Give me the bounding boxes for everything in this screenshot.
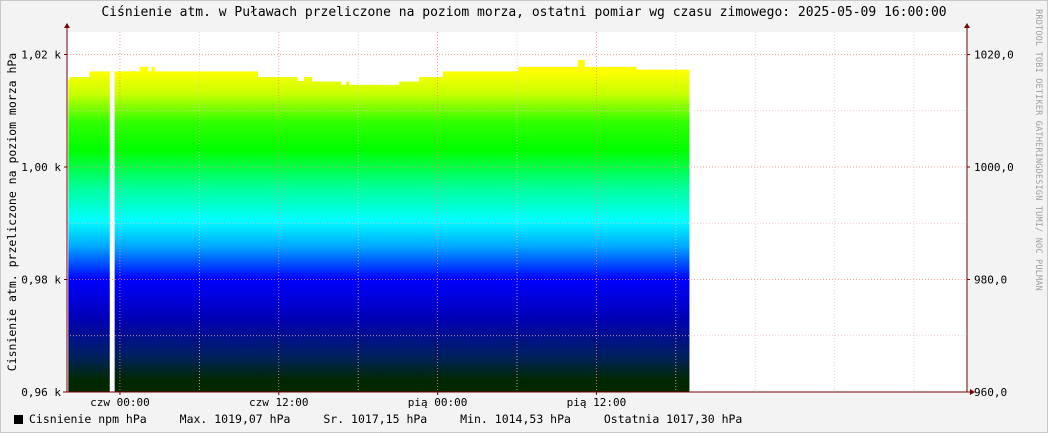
data-bar bbox=[419, 77, 444, 392]
data-bar bbox=[340, 84, 347, 392]
y-axis-arrow bbox=[64, 23, 70, 28]
legend: Cisnienie npm hPa Max. 1019,07 hPa Sr. 1… bbox=[14, 412, 768, 426]
data-bar bbox=[114, 71, 141, 392]
legend-series: Cisnienie npm hPa bbox=[14, 412, 147, 426]
y-tick-label: 1,00 k bbox=[21, 161, 61, 174]
legend-swatch bbox=[14, 415, 23, 424]
data-bar bbox=[139, 66, 149, 392]
data-bar bbox=[346, 81, 350, 392]
data-bar bbox=[303, 77, 313, 392]
y-tick-label: 0,96 k bbox=[21, 386, 61, 399]
data-bar bbox=[311, 81, 342, 392]
x-tick-label: czw 00:00 bbox=[90, 396, 150, 409]
data-bar bbox=[297, 80, 305, 392]
y-tick-label-right: 1000,0 bbox=[974, 161, 1014, 174]
y-tick-label: 0,98 k bbox=[21, 274, 61, 287]
data-bar bbox=[442, 71, 519, 392]
data-bar bbox=[399, 81, 420, 392]
legend-series-name: Cisnienie npm hPa bbox=[29, 412, 147, 426]
y-tick-label-right: 980,0 bbox=[974, 274, 1007, 287]
x-tick-label: pią 12:00 bbox=[567, 396, 627, 409]
data-bar bbox=[584, 66, 637, 392]
data-bar bbox=[636, 69, 690, 392]
y-axis-right-arrow bbox=[964, 23, 970, 28]
legend-min: Min. 1014,53 hPa bbox=[460, 412, 571, 426]
data-bar bbox=[577, 60, 585, 392]
x-tick-label: pią 00:00 bbox=[408, 396, 468, 409]
legend-avg: Sr. 1017,15 hPa bbox=[323, 412, 428, 426]
data-bar bbox=[257, 77, 298, 392]
x-tick-label: czw 12:00 bbox=[249, 396, 309, 409]
data-bar bbox=[69, 77, 90, 392]
chart-svg: 0,96 k 0,98 k 1,00 k 1,02 k 960,0 980,0 1000,0… bbox=[21, 23, 1014, 409]
y-tick-label-right: 960,0 bbox=[974, 386, 1007, 399]
data-bar bbox=[154, 71, 258, 392]
y-tick-label-right: 1020,0 bbox=[974, 49, 1014, 62]
data-bar bbox=[518, 66, 579, 392]
data-bar bbox=[89, 71, 110, 392]
legend-max: Max. 1019,07 hPa bbox=[179, 412, 291, 426]
data-bar bbox=[151, 66, 155, 392]
data-bar bbox=[348, 84, 400, 392]
legend-last: Ostatnia 1017,30 hPa bbox=[603, 412, 743, 426]
y-tick-label: 1,02 k bbox=[21, 49, 61, 62]
data-bar bbox=[147, 71, 153, 392]
